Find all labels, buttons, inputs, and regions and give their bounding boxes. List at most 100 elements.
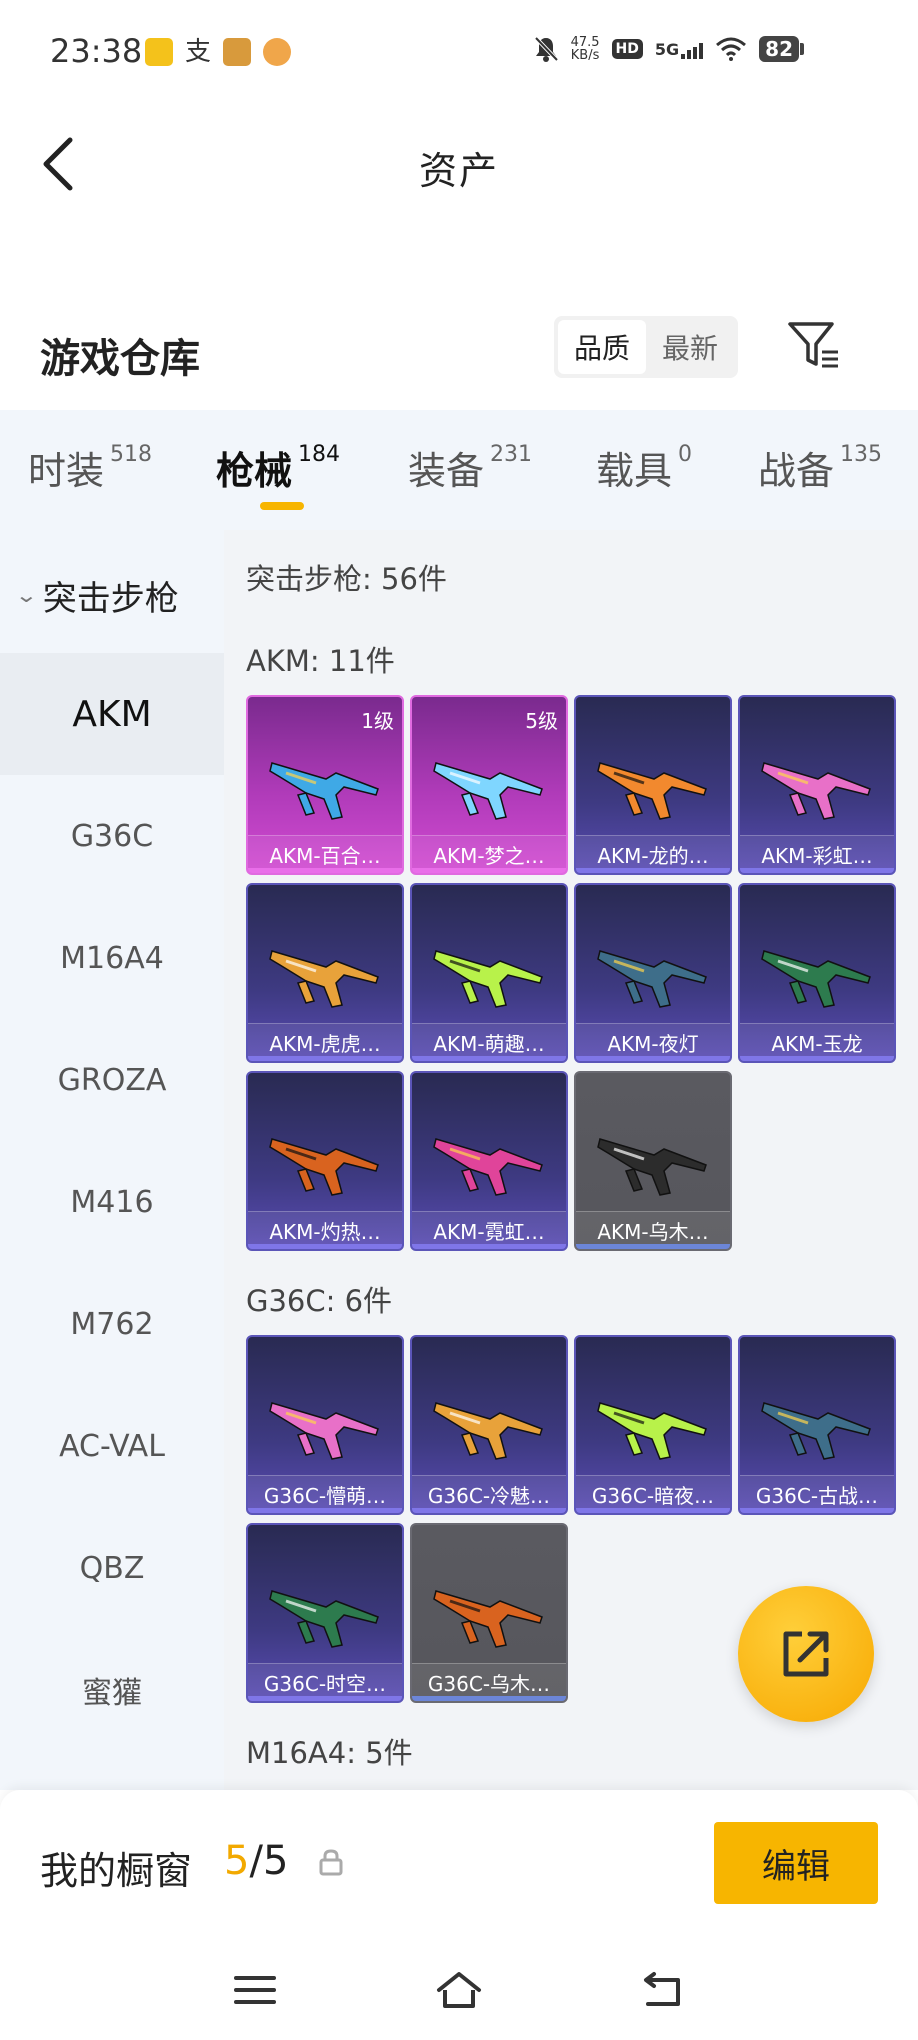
tab-label: 载具 xyxy=(596,449,673,493)
notification-icons: 支 xyxy=(145,37,292,67)
sidebar-group-assault-rifle[interactable]: ⌄ 突击步枪 xyxy=(0,560,224,630)
rarity-bar xyxy=(412,1244,566,1249)
rifle-icon xyxy=(597,1402,707,1460)
rarity-bar xyxy=(248,1056,402,1061)
app-notification-icon xyxy=(145,38,173,66)
weapon-card[interactable]: G36C-冷魅… xyxy=(410,1335,568,1515)
game-notification-icon xyxy=(223,38,252,66)
sort-newest-button[interactable]: 最新 xyxy=(646,320,734,374)
rarity-bar xyxy=(412,1696,566,1701)
signal-bars-icon xyxy=(681,42,704,59)
weapon-card[interactable]: 5级 AKM-梦之… xyxy=(410,695,568,875)
sidebar-item-ac-val[interactable]: AC-VAL xyxy=(0,1385,224,1507)
weapon-card[interactable]: G36C-懵萌… xyxy=(246,1335,404,1515)
showcase-separator: / xyxy=(249,1838,263,1884)
tab-label: 时装 xyxy=(28,449,105,493)
menu-icon[interactable] xyxy=(230,1970,280,2010)
lock-icon xyxy=(319,1849,343,1876)
weapon-card[interactable]: AKM-虎虎… xyxy=(246,883,404,1063)
sidebar-item-g36c[interactable]: G36C xyxy=(0,775,224,897)
rarity-bar xyxy=(740,1508,894,1513)
hd-badge: HD xyxy=(611,39,643,59)
weapon-card[interactable]: G36C-乌木… xyxy=(410,1523,568,1703)
rifle-icon xyxy=(433,1138,543,1196)
sidebar-item-honey-badger[interactable]: 蜜獾 xyxy=(0,1629,224,1751)
share-button[interactable] xyxy=(738,1586,874,1722)
share-icon xyxy=(783,1631,829,1677)
rifle-icon xyxy=(269,762,379,820)
weapon-card[interactable]: AKM-夜灯 xyxy=(574,883,732,1063)
showcase-count: 5/5 xyxy=(224,1838,288,1884)
weapon-card[interactable]: AKM-乌木… xyxy=(574,1071,732,1251)
sidebar-item-m416[interactable]: M416 xyxy=(0,1141,224,1263)
tab-count: 0 xyxy=(678,442,693,467)
weapon-sidebar: ⌄ 突击步枪 AKM G36C M16A4 GROZA M416 M762 AC… xyxy=(0,530,224,1790)
app-header: 资产 xyxy=(0,100,918,230)
tab-vehicles[interactable]: 载具 0 xyxy=(596,440,692,495)
weapon-card[interactable]: AKM-霓虹… xyxy=(410,1071,568,1251)
section-title: 游戏仓库 xyxy=(40,336,200,382)
tab-count: 135 xyxy=(840,442,883,467)
mute-icon xyxy=(534,36,559,62)
rifle-icon xyxy=(269,1138,379,1196)
tab-count: 231 xyxy=(490,442,533,467)
rifle-icon xyxy=(433,1402,543,1460)
weapon-card[interactable]: AKM-萌趣… xyxy=(410,883,568,1063)
rarity-bar xyxy=(248,868,402,873)
sort-toggle: 品质 最新 xyxy=(554,316,738,378)
page-title: 资产 xyxy=(418,149,499,193)
sidebar-item-groza[interactable]: GROZA xyxy=(0,1019,224,1141)
weapon-card[interactable]: AKM-玉龙 xyxy=(738,883,896,1063)
tab-count: 518 xyxy=(110,442,153,467)
showcase-label: 我的橱窗 xyxy=(40,1849,193,1893)
sidebar-item-m16a4[interactable]: M16A4 xyxy=(0,897,224,1019)
rarity-bar xyxy=(576,1244,730,1249)
showcase-current: 5 xyxy=(224,1838,250,1884)
alipay-icon: 支 xyxy=(185,37,212,67)
tab-label: 枪械 xyxy=(216,449,293,493)
battery-icon: 82 xyxy=(759,36,804,62)
active-tab-indicator xyxy=(260,502,304,510)
tab-supplies[interactable]: 战备 135 xyxy=(758,440,882,495)
weapon-card[interactable]: AKM-彩虹… xyxy=(738,695,896,875)
rarity-bar xyxy=(740,868,894,873)
rarity-bar xyxy=(248,1244,402,1249)
signal-icon: 5G xyxy=(655,40,704,59)
status-time: 23:38 xyxy=(50,32,143,70)
sidebar-item-akm[interactable]: AKM xyxy=(0,653,224,775)
rarity-bar xyxy=(248,1696,402,1701)
tab-equipment[interactable]: 装备 231 xyxy=(408,440,532,495)
edit-button[interactable]: 编辑 xyxy=(714,1822,878,1904)
weapon-card[interactable]: G36C-暗夜… xyxy=(574,1335,732,1515)
category-tabs: 时装 518 枪械 184 装备 231 载具 0 战备 135 xyxy=(0,410,918,530)
rarity-bar xyxy=(576,1508,730,1513)
sidebar-group-label: 突击步枪 xyxy=(42,578,179,619)
tab-outfit[interactable]: 时装 518 xyxy=(28,440,152,495)
weapon-card[interactable]: AKM-龙的… xyxy=(574,695,732,875)
filter-icon[interactable] xyxy=(786,318,842,374)
tab-weapons[interactable]: 枪械 184 xyxy=(216,440,340,495)
rifle-icon xyxy=(269,950,379,1008)
weapon-card[interactable]: 1级 AKM-百合… xyxy=(246,695,404,875)
rarity-bar xyxy=(740,1056,894,1061)
sidebar-item-qbz[interactable]: QBZ xyxy=(0,1507,224,1629)
category-total: 突击步枪: 56件 xyxy=(246,562,447,596)
weapon-card[interactable]: G36C-古战… xyxy=(738,1335,896,1515)
tab-count: 184 xyxy=(298,442,341,467)
back-nav-icon[interactable] xyxy=(638,1970,688,2010)
weapon-card[interactable]: G36C-时空… xyxy=(246,1523,404,1703)
rarity-bar xyxy=(412,868,566,873)
app-notification-icon xyxy=(263,38,292,66)
group-label-m16a4: M16A4: 5件 xyxy=(246,1736,413,1770)
rarity-bar xyxy=(576,1056,730,1061)
weapon-card[interactable]: AKM-灼热… xyxy=(246,1071,404,1251)
rifle-icon xyxy=(433,950,543,1008)
sidebar-item-m762[interactable]: M762 xyxy=(0,1263,224,1385)
sort-quality-button[interactable]: 品质 xyxy=(558,320,646,374)
rifle-icon xyxy=(269,1402,379,1460)
status-right: 47.5 KB/s HD 5G 82 xyxy=(533,35,804,63)
rifle-icon xyxy=(597,762,707,820)
level-badge: 1级 xyxy=(361,709,394,733)
home-icon[interactable] xyxy=(434,1970,484,2010)
rarity-bar xyxy=(412,1508,566,1513)
